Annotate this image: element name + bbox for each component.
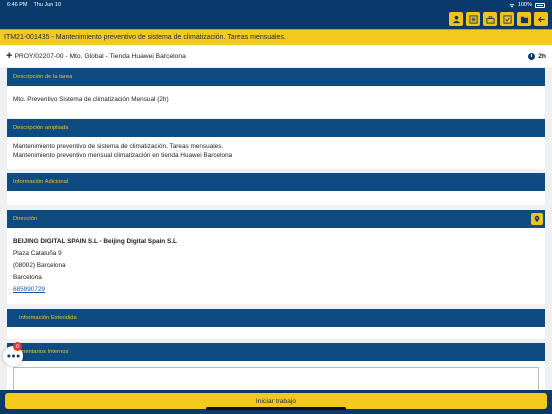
comentarios-input[interactable] bbox=[13, 367, 539, 391]
more-dots-icon bbox=[6, 354, 20, 358]
section-body-informacion-adicional bbox=[7, 191, 545, 205]
address-postal: (08002) Barcelona bbox=[13, 262, 66, 269]
battery-percent: 100% bbox=[517, 2, 532, 8]
battery-icon bbox=[535, 2, 545, 8]
section-header-informacion-adicional[interactable]: Información Adicional bbox=[7, 173, 545, 191]
section-header-descripcion-ampliada: Descripción ampliada bbox=[7, 119, 545, 137]
wifi-icon bbox=[509, 3, 515, 7]
address-city: Barcelona bbox=[13, 274, 42, 281]
list-icon[interactable] bbox=[466, 12, 480, 26]
section-body-informacion-extendida bbox=[7, 327, 545, 339]
project-row[interactable]: + PROY/02207-00 - Mto. Global - Tienda H… bbox=[0, 45, 552, 67]
descripcion-tarea-text: Mto. Preventivo Sistema de climatización… bbox=[13, 96, 169, 103]
map-pin-icon[interactable] bbox=[531, 213, 543, 225]
status-bar: 6:46 PM Thu Jun 10 100% bbox=[0, 0, 552, 10]
informacion-extendida-label: Información Extendida bbox=[19, 315, 77, 321]
direccion-header-label: Dirección bbox=[13, 216, 38, 222]
tools-icon[interactable] bbox=[483, 12, 497, 26]
back-arrow-icon[interactable] bbox=[534, 12, 548, 26]
home-indicator bbox=[206, 407, 346, 410]
section-header-descripcion-tarea: Descripción de la tarea bbox=[7, 68, 545, 86]
section-header-direccion: Dirección bbox=[7, 210, 545, 228]
status-date: Thu Jun 10 bbox=[33, 2, 62, 8]
section-body-descripcion-tarea: Mto. Preventivo Sistema de climatización… bbox=[7, 86, 545, 118]
top-toolbar bbox=[0, 10, 552, 29]
notification-badge: 0 bbox=[13, 342, 22, 351]
section-header-comentarios: Comentarios Internos bbox=[7, 343, 545, 361]
section-body-direccion: BEIJING DIGITAL SPAIN S.L - Beijing Digi… bbox=[7, 228, 545, 304]
duration-value: 2h bbox=[538, 52, 546, 60]
person-icon[interactable] bbox=[449, 12, 463, 26]
task-title: ITM21-001435 - Mantenimiento preventivo … bbox=[0, 29, 552, 45]
status-time: 6:46 PM bbox=[7, 2, 28, 8]
folder-icon[interactable] bbox=[517, 12, 531, 26]
project-label: PROY/02207-00 - Mto. Global - Tienda Hua… bbox=[14, 52, 186, 60]
descripcion-ampliada-line1: Mantenimiento preventivo de sistema de c… bbox=[13, 143, 224, 150]
plus-icon[interactable]: + bbox=[6, 50, 12, 62]
duration: 2h bbox=[528, 52, 546, 60]
checklist-icon[interactable] bbox=[500, 12, 514, 26]
address-company: BEIJING DIGITAL SPAIN S.L - Beijing Digi… bbox=[13, 238, 177, 245]
descripcion-ampliada-line2: Mantenimiento preventivo mensual climati… bbox=[13, 152, 233, 159]
address-street: Plaza Cataluña 9 bbox=[13, 250, 62, 257]
section-body-descripcion-ampliada: Mantenimiento preventivo de sistema de c… bbox=[7, 137, 545, 169]
section-header-informacion-extendida[interactable]: Información Extendida bbox=[7, 309, 545, 327]
phone-link[interactable]: 685990729 bbox=[13, 284, 545, 296]
clock-icon bbox=[528, 52, 536, 60]
